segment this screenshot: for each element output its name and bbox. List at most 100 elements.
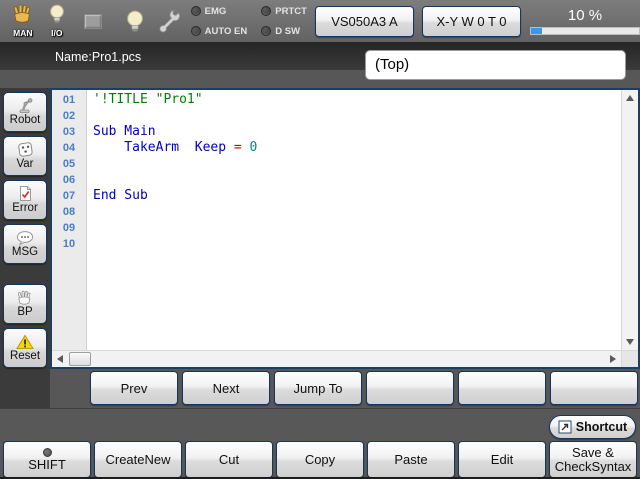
sidebar-item-label: BP — [17, 306, 32, 319]
robot-type-button[interactable]: VS050A3 A — [315, 6, 414, 37]
sidebar-item-label: Var — [16, 158, 33, 171]
io-bulb-icon — [48, 4, 66, 29]
nav-button-blank-5[interactable] — [458, 371, 546, 405]
code-line — [93, 156, 621, 172]
sidebar-item-reset[interactable]: Reset — [3, 328, 47, 368]
indicator-auto-en: AUTO EN — [191, 24, 248, 38]
indicator-label: PRTCT — [275, 6, 307, 17]
teach-pendant-screen: MAN I/O EMG AUTO EN PRTCT D SW VS050A3 A X-… — [0, 0, 640, 479]
sidebar-item-bp[interactable]: BP — [3, 284, 47, 324]
line-number: 01 — [52, 92, 86, 108]
line-number: 08 — [52, 204, 86, 220]
robot-arm-icon — [16, 97, 34, 114]
horizontal-scroll-thumb[interactable] — [69, 352, 91, 366]
nav-button-prev[interactable]: Prev — [90, 371, 178, 405]
bottom-button-label: Edit — [491, 453, 513, 467]
io-label: I/O — [51, 28, 62, 38]
shortcut-icon — [558, 420, 572, 434]
lamp-icon — [122, 10, 148, 33]
code-line: TakeArm Keep = 0 — [93, 140, 621, 156]
nav-button-blank-4[interactable] — [366, 371, 454, 405]
program-name: Name:Pro1.pcs — [55, 50, 141, 64]
code-line — [93, 236, 621, 252]
bottom-button-save[interactable]: Save & CheckSyntax — [549, 441, 637, 478]
indicator-label: EMG — [205, 6, 227, 17]
indicator-prtct: PRTCT — [261, 4, 307, 18]
code-segment: Sub Main — [93, 124, 156, 139]
code-line — [93, 220, 621, 236]
code-line: Sub Main — [93, 124, 621, 140]
scope-field[interactable]: (Top) — [365, 50, 626, 80]
code-segment — [242, 140, 250, 155]
line-number: 03 — [52, 124, 86, 140]
scroll-right-icon[interactable] — [610, 355, 616, 363]
code-line — [93, 108, 621, 124]
manual-mode-indicator: MAN — [8, 4, 38, 38]
scroll-left-icon[interactable] — [57, 355, 63, 363]
bottom-bar: Shortcut SHIFT CreateNew Cut Copy Paste Edit S… — [0, 408, 640, 479]
nav-button-jump-to[interactable]: Jump To — [274, 371, 362, 405]
sidebar-item-msg[interactable]: MSG — [3, 224, 47, 264]
bottom-button-cut[interactable]: Cut — [185, 441, 273, 478]
bottom-button-label: Paste — [394, 453, 427, 467]
indicator-grid: EMG AUTO EN PRTCT D SW — [191, 4, 307, 38]
horizontal-scrollbar[interactable] — [52, 350, 621, 367]
code-line: '!TITLE "Pro1" — [93, 92, 621, 108]
shortcut-button[interactable]: Shortcut — [549, 415, 636, 439]
code-line — [93, 172, 621, 188]
scroll-up-icon[interactable] — [626, 95, 634, 101]
shift-led-icon — [43, 448, 52, 457]
vertical-scrollbar[interactable] — [621, 90, 638, 350]
line-number: 04 — [52, 140, 86, 156]
bottom-button-label: Save & CheckSyntax — [555, 446, 632, 474]
speed-display[interactable]: 10 % — [530, 7, 640, 35]
indicator-label: D SW — [275, 26, 300, 37]
dice-icon — [17, 141, 34, 158]
line-number: 05 — [52, 156, 86, 172]
scrollbar-corner — [621, 350, 638, 367]
bottom-button-label: Cut — [219, 453, 239, 467]
sidebar-item-label: Robot — [10, 114, 41, 127]
scroll-down-icon[interactable] — [626, 339, 634, 345]
message-bubble-icon — [15, 229, 35, 246]
bottom-button-paste[interactable]: Paste — [367, 441, 455, 478]
code-line: End Sub — [93, 188, 621, 204]
led-icon — [191, 6, 201, 16]
speed-bar-fill — [531, 28, 542, 34]
led-icon — [261, 6, 271, 16]
code-segment: '!TITLE "Pro1" — [93, 92, 203, 107]
sidebar-item-label: Error — [12, 202, 38, 215]
line-number: 09 — [52, 220, 86, 236]
sidebar-item-robot[interactable]: Robot — [3, 92, 47, 132]
line-number: 10 — [52, 236, 86, 252]
bottom-button-shift[interactable]: SHIFT — [3, 441, 91, 478]
error-document-icon — [17, 185, 33, 202]
warning-triangle-icon — [16, 333, 34, 350]
sidebar-item-error[interactable]: Error — [3, 180, 47, 220]
speed-value: 10 % — [568, 7, 602, 25]
bottom-button-label: Copy — [305, 453, 335, 467]
nav-button-next[interactable]: Next — [182, 371, 270, 405]
bottom-button-createnew[interactable]: CreateNew — [94, 441, 182, 478]
sidebar-item-var[interactable]: Var — [3, 136, 47, 176]
bottom-button-edit[interactable]: Edit — [458, 441, 546, 478]
wrench-icon — [154, 8, 180, 34]
bottom-button-label: SHIFT — [28, 458, 66, 472]
sidebar: Robot Var Error MSG BP Reset — [0, 88, 50, 408]
code-editor[interactable]: 01020304050607080910 '!TITLE "Pro1" Sub … — [50, 88, 640, 369]
line-number: 06 — [52, 172, 86, 188]
code-lines[interactable]: '!TITLE "Pro1" Sub Main TakeArm Keep = 0… — [87, 90, 621, 350]
indicator-d-sw: D SW — [261, 24, 307, 38]
bottom-button-label: CreateNew — [105, 453, 170, 467]
line-number: 02 — [52, 108, 86, 124]
code-segment: = — [234, 140, 242, 155]
code-pane[interactable]: 01020304050607080910 '!TITLE "Pro1" Sub … — [52, 90, 621, 350]
top-toolbar: MAN I/O EMG AUTO EN PRTCT D SW VS050A3 A X-… — [0, 0, 640, 44]
coordinate-mode-button[interactable]: X-Y W 0 T 0 — [422, 6, 521, 37]
led-icon — [261, 26, 271, 36]
bottom-button-copy[interactable]: Copy — [276, 441, 364, 478]
code-line — [93, 204, 621, 220]
nav-button-blank-6[interactable] — [550, 371, 638, 405]
status-square-icon — [80, 14, 106, 29]
code-segment: End Sub — [93, 188, 148, 203]
